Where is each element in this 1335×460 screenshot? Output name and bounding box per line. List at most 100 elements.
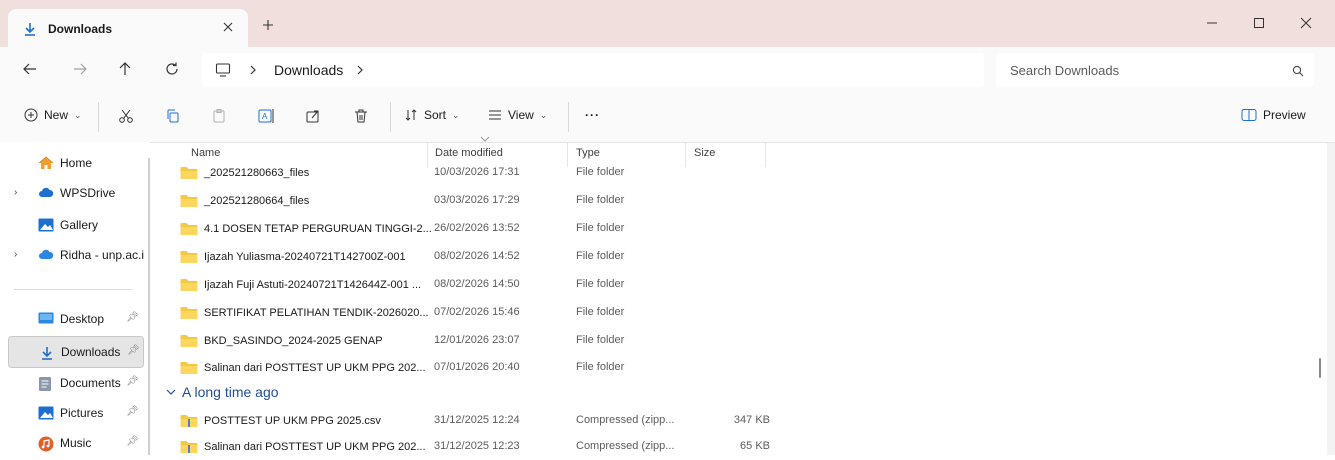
file-row[interactable]: SERTIFIKAT PELATIHAN TENDIK-2026020... 0… bbox=[160, 300, 1310, 326]
share-icon[interactable] bbox=[305, 108, 321, 124]
file-row[interactable]: 4.1 DOSEN TETAP PERGURUAN TINGGI-2... 26… bbox=[160, 216, 1310, 242]
file-row[interactable]: Salinan dari POSTTEST UP UKM PPG 202... … bbox=[160, 434, 1310, 460]
file-type: File folder bbox=[576, 278, 625, 290]
cut-icon[interactable] bbox=[118, 108, 134, 124]
file-name: 4.1 DOSEN TETAP PERGURUAN TINGGI-2... bbox=[204, 223, 432, 235]
tab-downloads[interactable]: Downloads bbox=[8, 9, 248, 47]
file-row[interactable]: _202521280663_files 10/03/2026 17:31 Fil… bbox=[160, 160, 1310, 186]
column-header-size[interactable]: Size bbox=[694, 147, 715, 159]
search-icon[interactable] bbox=[1292, 65, 1304, 77]
rename-icon[interactable]: A bbox=[258, 108, 276, 124]
nav-item-home[interactable]: Home bbox=[8, 148, 142, 178]
sort-icon bbox=[404, 108, 418, 122]
nav-item-pictures[interactable]: Pictures 📌︎ bbox=[8, 398, 142, 428]
file-type: File folder bbox=[576, 166, 625, 178]
file-date: 03/03/2026 17:29 bbox=[434, 194, 520, 206]
file-name: Salinan dari POSTTEST UP UKM PPG 202... bbox=[204, 441, 426, 453]
file-date: 07/01/2026 20:40 bbox=[434, 361, 520, 373]
nav-label: Home bbox=[60, 156, 93, 170]
nav-item-onedrive[interactable]: › Ridha - unp.ac.i bbox=[8, 240, 144, 270]
column-header-type[interactable]: Type bbox=[576, 147, 600, 159]
nav-item-documents[interactable]: Documents 📌︎ bbox=[8, 368, 142, 398]
view-button[interactable]: View ⌄ bbox=[488, 108, 547, 122]
group-header[interactable]: A long time ago bbox=[166, 384, 279, 400]
close-tab-icon[interactable] bbox=[222, 21, 234, 33]
sort-button[interactable]: Sort ⌄ bbox=[404, 108, 460, 122]
forward-arrow-icon[interactable] bbox=[72, 61, 88, 77]
chevron-right-icon[interactable] bbox=[355, 63, 365, 77]
preview-pane-icon bbox=[1241, 108, 1257, 122]
breadcrumb-downloads[interactable]: Downloads bbox=[274, 62, 343, 78]
file-name: SERTIFIKAT PELATIHAN TENDIK-2026020... bbox=[204, 307, 429, 319]
copy-icon[interactable] bbox=[165, 108, 181, 124]
pin-icon[interactable]: 📌︎ bbox=[126, 312, 139, 323]
delete-icon[interactable] bbox=[353, 108, 369, 124]
pane-splitter[interactable] bbox=[148, 158, 150, 455]
chevron-right-icon[interactable]: › bbox=[14, 187, 17, 198]
up-arrow-icon[interactable] bbox=[117, 61, 133, 77]
tab-title: Downloads bbox=[48, 22, 113, 36]
file-date: 12/01/2026 23:07 bbox=[434, 334, 520, 346]
divider bbox=[568, 102, 569, 132]
nav-label: Documents bbox=[60, 376, 121, 390]
folder-icon bbox=[180, 334, 198, 348]
file-name: Salinan dari POSTTEST UP UKM PPG 202... bbox=[204, 362, 426, 374]
more-options-button[interactable]: ··· bbox=[585, 108, 600, 122]
group-label: A long time ago bbox=[182, 384, 279, 400]
file-type: File folder bbox=[576, 361, 625, 373]
column-header-name[interactable]: Name bbox=[191, 147, 220, 159]
cloud-icon bbox=[38, 186, 54, 198]
close-window-button[interactable] bbox=[1283, 10, 1329, 36]
scrollbar-thumb[interactable] bbox=[1319, 358, 1321, 378]
nav-item-music[interactable]: Music 📌︎ bbox=[8, 428, 142, 458]
file-row[interactable]: BKD_SASINDO_2024-2025 GENAP 12/01/2026 2… bbox=[160, 328, 1310, 354]
nav-item-desktop[interactable]: Desktop 📌︎ bbox=[8, 304, 142, 334]
maximize-button[interactable] bbox=[1236, 10, 1282, 36]
chevron-down-icon bbox=[166, 389, 176, 395]
nav-divider bbox=[14, 289, 132, 290]
column-header-date[interactable]: Date modified bbox=[435, 147, 503, 159]
nav-item-wpsdrive[interactable]: › WPSDrive bbox=[8, 178, 142, 208]
file-row[interactable]: POSTTEST UP UKM PPG 2025.csv 31/12/2025 … bbox=[160, 408, 1310, 434]
pin-icon[interactable]: 📌︎ bbox=[126, 406, 139, 417]
preview-button[interactable]: Preview bbox=[1241, 108, 1306, 122]
file-row[interactable]: Ijazah Yuliasma-20240721T142700Z-001 08/… bbox=[160, 244, 1310, 270]
chevron-down-icon: ⌄ bbox=[74, 109, 82, 120]
nav-item-downloads[interactable]: Downloads 📌︎ bbox=[8, 336, 144, 368]
sort-chevron-icon bbox=[480, 136, 490, 142]
search-placeholder: Search Downloads bbox=[1010, 63, 1120, 78]
new-tab-button[interactable] bbox=[262, 19, 274, 31]
nav-label: Music bbox=[60, 436, 92, 450]
file-row[interactable]: Ijazah Fuji Astuti-20240721T142644Z-001 … bbox=[160, 272, 1310, 298]
pin-icon[interactable]: 📌︎ bbox=[127, 345, 140, 356]
home-icon bbox=[38, 156, 54, 170]
file-row[interactable]: Salinan dari POSTTEST UP UKM PPG 202... … bbox=[160, 355, 1310, 381]
file-type: Compressed (zipp... bbox=[576, 440, 675, 452]
refresh-icon[interactable] bbox=[164, 61, 180, 77]
documents-icon bbox=[38, 376, 52, 392]
file-row[interactable]: _202521280664_files 03/03/2026 17:29 Fil… bbox=[160, 188, 1310, 214]
paste-icon[interactable] bbox=[211, 108, 227, 124]
file-date: 10/03/2026 17:31 bbox=[434, 166, 520, 178]
file-type: File folder bbox=[576, 194, 625, 206]
minimize-button[interactable] bbox=[1189, 10, 1235, 36]
chevron-right-icon[interactable] bbox=[248, 63, 258, 77]
new-button[interactable]: New ⌄ bbox=[24, 108, 82, 122]
chevron-right-icon[interactable]: › bbox=[14, 249, 17, 260]
address-bar[interactable]: Downloads bbox=[202, 53, 984, 87]
divider bbox=[98, 102, 99, 132]
scrollbar-track[interactable] bbox=[1327, 143, 1335, 455]
nav-item-gallery[interactable]: Gallery bbox=[8, 210, 142, 240]
pin-icon[interactable]: 📌︎ bbox=[126, 376, 139, 387]
divider bbox=[390, 102, 391, 132]
file-date: 08/02/2026 14:50 bbox=[434, 278, 520, 290]
view-label: View bbox=[508, 108, 534, 122]
title-bar: Downloads bbox=[0, 0, 1335, 47]
pin-icon[interactable]: 📌︎ bbox=[126, 436, 139, 447]
back-arrow-icon[interactable] bbox=[22, 61, 38, 77]
search-input[interactable]: Search Downloads bbox=[996, 53, 1314, 87]
chevron-down-icon: ⌄ bbox=[452, 109, 460, 120]
nav-label: Pictures bbox=[60, 406, 104, 420]
file-type: File folder bbox=[576, 334, 625, 346]
nav-label: WPSDrive bbox=[60, 186, 116, 200]
